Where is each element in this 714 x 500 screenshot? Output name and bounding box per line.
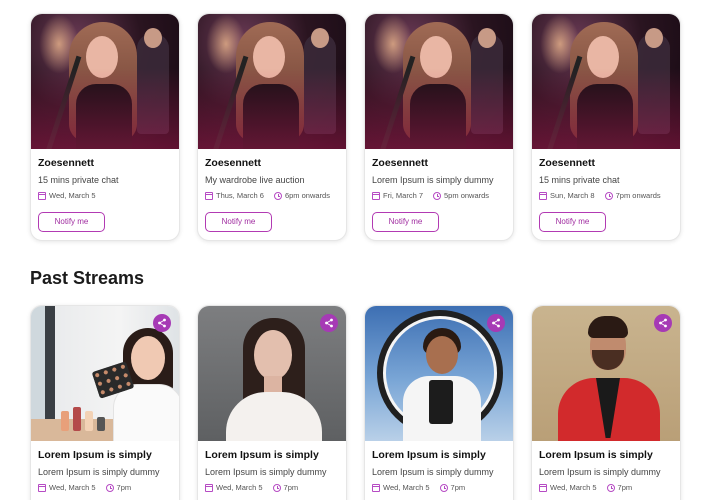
stream-description: Lorem Ipsum is simply dummy xyxy=(372,175,494,185)
streamer-name: Zoesennett xyxy=(205,157,262,169)
share-icon xyxy=(325,318,333,328)
notify-me-button[interactable]: Notify me xyxy=(38,212,105,232)
stream-date: Sun, March 8 xyxy=(550,191,595,200)
stream-date: Wed, March 5 xyxy=(216,483,263,492)
stream-time: 7pm onwards xyxy=(615,191,661,200)
stream-thumbnail[interactable] xyxy=(198,14,346,149)
clock-icon xyxy=(606,483,615,492)
past-streams-heading: Past Streams xyxy=(30,268,145,288)
stream-description: Lorem Ipsum is simply dummy xyxy=(38,467,160,477)
stream-time: 7pm xyxy=(116,483,132,492)
stream-title: Lorem Ipsum is simply xyxy=(38,449,152,461)
past-stream-card[interactable]: Lorem Ipsum is simply Lorem Ipsum is sim… xyxy=(197,305,347,500)
clock-icon xyxy=(439,483,448,492)
stream-date: Wed, March 5 xyxy=(383,483,430,492)
stream-date: Thus, March 6 xyxy=(216,191,264,200)
streamer-name: Zoesennett xyxy=(38,157,95,169)
calendar-icon xyxy=(205,483,213,492)
notify-me-button[interactable]: Notify me xyxy=(539,212,606,232)
stream-date: Wed, March 5 xyxy=(550,483,597,492)
share-icon xyxy=(659,318,667,328)
streamer-name: Zoesennett xyxy=(539,157,596,169)
calendar-icon xyxy=(539,483,547,492)
stream-description: My wardrobe live auction xyxy=(205,175,305,185)
clock-icon xyxy=(272,483,281,492)
stream-description: 15 mins private chat xyxy=(38,175,119,185)
share-button[interactable] xyxy=(654,314,672,332)
stream-time: 6pm onwards xyxy=(284,191,330,200)
calendar-icon xyxy=(38,483,46,492)
clock-icon xyxy=(433,191,442,200)
upcoming-stream-card[interactable]: Zoesennett Lorem Ipsum is simply dummy F… xyxy=(364,13,514,241)
stream-date: Wed, March 5 xyxy=(49,191,96,200)
calendar-icon xyxy=(205,191,213,200)
stream-thumbnail[interactable] xyxy=(31,306,179,441)
stream-description: Lorem Ipsum is simply dummy xyxy=(205,467,327,477)
stream-thumbnail[interactable] xyxy=(365,14,513,149)
stream-title: Lorem Ipsum is simply xyxy=(372,449,486,461)
stream-description: Lorem Ipsum is simply dummy xyxy=(372,467,494,477)
calendar-icon xyxy=(372,483,380,492)
stream-time: 5pm onwards xyxy=(444,191,490,200)
stream-date: Fri, March 7 xyxy=(383,191,424,200)
stream-title: Lorem Ipsum is simply xyxy=(539,449,653,461)
notify-me-button[interactable]: Notify me xyxy=(205,212,272,232)
calendar-icon xyxy=(539,191,547,200)
stream-time: 7pm xyxy=(283,483,299,492)
share-button[interactable] xyxy=(320,314,338,332)
stream-date: Wed, March 5 xyxy=(49,483,96,492)
stream-thumbnail[interactable] xyxy=(532,306,680,441)
past-stream-card[interactable]: Lorem Ipsum is simply Lorem Ipsum is sim… xyxy=(531,305,681,500)
share-button[interactable] xyxy=(153,314,171,332)
stream-title: Lorem Ipsum is simply xyxy=(205,449,319,461)
calendar-icon xyxy=(372,191,380,200)
stream-description: 15 mins private chat xyxy=(539,175,620,185)
stream-time: 7pm xyxy=(617,483,633,492)
clock-icon xyxy=(604,191,613,200)
calendar-icon xyxy=(38,191,46,200)
upcoming-streams-row: Zoesennett 15 mins private chat Wed, Mar… xyxy=(30,13,682,241)
clock-icon xyxy=(105,483,114,492)
past-stream-card[interactable]: Lorem Ipsum is simply Lorem Ipsum is sim… xyxy=(364,305,514,500)
stream-thumbnail[interactable] xyxy=(31,14,179,149)
share-icon xyxy=(492,318,500,328)
upcoming-stream-card[interactable]: Zoesennett My wardrobe live auction Thus… xyxy=(197,13,347,241)
stream-description: Lorem Ipsum is simply dummy xyxy=(539,467,661,477)
stream-thumbnail[interactable] xyxy=(365,306,513,441)
streamer-name: Zoesennett xyxy=(372,157,429,169)
upcoming-stream-card[interactable]: Zoesennett 15 mins private chat Wed, Mar… xyxy=(30,13,180,241)
past-stream-card[interactable]: Lorem Ipsum is simply Lorem Ipsum is sim… xyxy=(30,305,180,500)
share-icon xyxy=(158,318,166,328)
clock-icon xyxy=(273,191,282,200)
stream-thumbnail[interactable] xyxy=(532,14,680,149)
notify-me-button[interactable]: Notify me xyxy=(372,212,439,232)
past-streams-row: Lorem Ipsum is simply Lorem Ipsum is sim… xyxy=(30,305,682,500)
upcoming-stream-card[interactable]: Zoesennett 15 mins private chat Sun, Mar… xyxy=(531,13,681,241)
share-button[interactable] xyxy=(487,314,505,332)
stream-thumbnail[interactable] xyxy=(198,306,346,441)
stream-time: 7pm xyxy=(450,483,466,492)
